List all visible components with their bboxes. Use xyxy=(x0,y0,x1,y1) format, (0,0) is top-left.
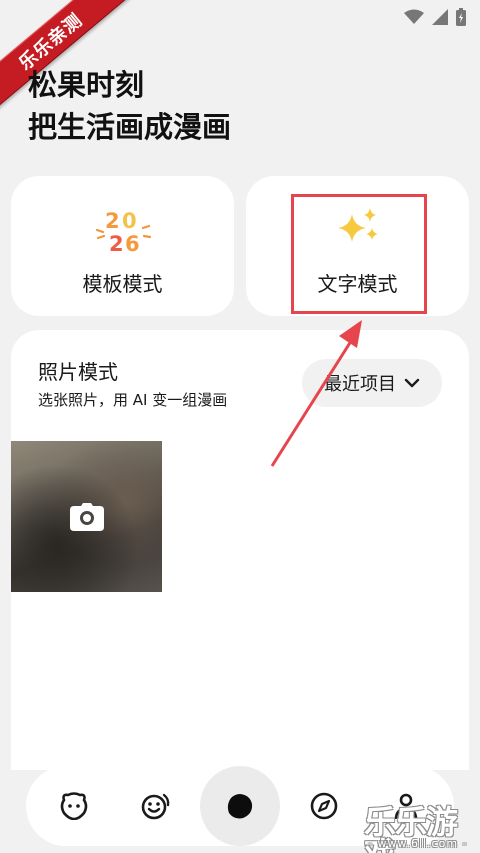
nav-item-smile[interactable] xyxy=(115,766,195,846)
nav-active-bubble xyxy=(200,766,280,846)
pet-face-icon xyxy=(60,792,88,820)
watermark-url: - www.6ll.com - xyxy=(368,837,468,850)
compass-icon xyxy=(310,792,338,820)
site-watermark: 乐乐游戏 - www.6ll.com - xyxy=(364,806,480,853)
pointer-arrow xyxy=(270,320,362,467)
pinecone-icon xyxy=(227,794,253,819)
smile-face-icon xyxy=(141,793,170,820)
nav-item-pet[interactable] xyxy=(34,766,114,846)
nav-item-explore[interactable] xyxy=(284,766,364,846)
nav-item-home[interactable] xyxy=(200,766,280,846)
